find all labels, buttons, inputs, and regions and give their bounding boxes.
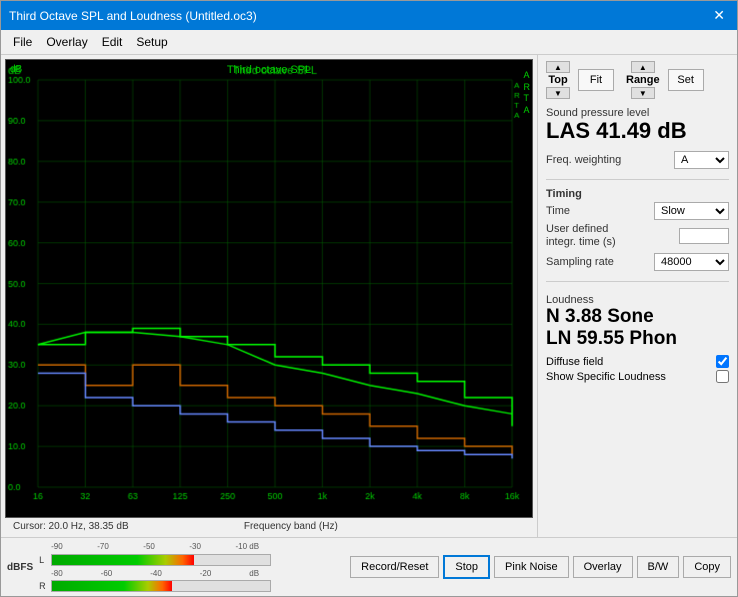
loudness-title: Loudness	[546, 294, 729, 306]
specific-row: Show Specific Loudness	[546, 370, 729, 383]
loudness-section: Loudness N 3.88 Sone LN 59.55 Phon Diffu…	[546, 294, 729, 386]
main-content: Third octave SPL ARTA dB Cursor: 20.0 Hz…	[1, 55, 737, 537]
time-select[interactable]: FastSlowImpulsePeak	[654, 202, 729, 220]
integr-input[interactable]: 10	[679, 228, 729, 244]
time-row: Time FastSlowImpulsePeak	[546, 202, 729, 220]
top-down-button[interactable]: ▼	[546, 87, 570, 99]
range-controls: ▲ Top ▼ Fit ▲ Range ▼ Set	[546, 61, 729, 99]
ln-value: LN 59.55 Phon	[546, 328, 729, 351]
sampling-select[interactable]: 441004800096000	[654, 253, 729, 271]
range-label: Range	[626, 74, 660, 86]
window-title: Third Octave SPL and Loudness (Untitled.…	[9, 9, 257, 23]
cursor-info: Cursor: 20.0 Hz, 38.35 dB	[9, 520, 133, 533]
bottom-bar: dBFS -90 -70 -50 -30 -10 dB L -80 -60 -4…	[1, 537, 737, 596]
diffuse-checkbox[interactable]	[716, 355, 729, 368]
menu-setup[interactable]: Setup	[130, 33, 173, 51]
chart-arta: ARTA	[524, 70, 531, 117]
menu-overlay[interactable]: Overlay	[40, 33, 93, 51]
fit-button[interactable]: Fit	[578, 69, 614, 91]
chart-bottom: Cursor: 20.0 Hz, 38.35 dB Frequency band…	[5, 518, 533, 533]
tick-4: -30	[189, 542, 201, 551]
chart-container: Third octave SPL ARTA dB	[5, 59, 533, 518]
specific-checkbox[interactable]	[716, 370, 729, 383]
meter-row-l: L	[39, 554, 346, 566]
timing-section: Timing Time FastSlowImpulsePeak User def…	[546, 188, 729, 272]
meter-section: -90 -70 -50 -30 -10 dB L -80 -60 -40 -20…	[39, 542, 346, 592]
spl-value: LAS 41.49 dB	[546, 119, 729, 143]
integr-label: User definedintegr. time (s)	[546, 223, 616, 249]
freq-weighting-select[interactable]: ABCZ	[674, 151, 729, 169]
l-label: L	[39, 555, 49, 565]
tick-r5: dB	[249, 569, 259, 578]
tick-r2: -60	[101, 569, 113, 578]
time-label: Time	[546, 205, 570, 217]
pink-noise-button[interactable]: Pink Noise	[494, 556, 569, 578]
freq-weighting-row: Freq. weighting ABCZ	[546, 151, 729, 169]
freq-weighting-label: Freq. weighting	[546, 154, 621, 166]
tick-r3: -40	[150, 569, 162, 578]
tick-r1: -80	[51, 569, 63, 578]
tick-2: -70	[97, 542, 109, 551]
range-control: ▲ Range ▼	[626, 61, 660, 99]
range-down-button[interactable]: ▼	[631, 87, 655, 99]
tick-5: -10 dB	[235, 542, 259, 551]
range-up-button[interactable]: ▲	[631, 61, 655, 73]
record-reset-button[interactable]: Record/Reset	[350, 556, 439, 578]
chart-area: Third octave SPL ARTA dB Cursor: 20.0 Hz…	[1, 55, 537, 537]
set-button[interactable]: Set	[668, 69, 704, 91]
top-label: Top	[548, 74, 567, 86]
meter-bar-l	[52, 555, 194, 565]
timing-title: Timing	[546, 188, 729, 200]
tick-3: -50	[143, 542, 155, 551]
specific-label: Show Specific Loudness	[546, 371, 666, 383]
db-label: dB	[10, 64, 22, 75]
top-control: ▲ Top ▼	[546, 61, 570, 99]
sampling-row: Sampling rate 441004800096000	[546, 253, 729, 271]
diffuse-row: Diffuse field	[546, 355, 729, 368]
meter-row-r: R	[39, 580, 346, 592]
menu-bar: File Overlay Edit Setup	[1, 30, 737, 55]
menu-file[interactable]: File	[7, 33, 38, 51]
stop-button[interactable]: Stop	[443, 555, 490, 579]
freq-band-label: Frequency band (Hz)	[133, 521, 449, 532]
sampling-label: Sampling rate	[546, 256, 614, 268]
overlay-button[interactable]: Overlay	[573, 556, 633, 578]
action-buttons: Record/Reset Stop Pink Noise Overlay B/W…	[350, 555, 731, 579]
close-button[interactable]: ✕	[709, 7, 729, 24]
tick-r4: -20	[200, 569, 212, 578]
bw-button[interactable]: B/W	[637, 556, 680, 578]
spl-section: Sound pressure level LAS 41.49 dB	[546, 107, 729, 143]
main-window: Third Octave SPL and Loudness (Untitled.…	[0, 0, 738, 597]
dbfs-label: dBFS	[7, 562, 33, 573]
title-bar: Third Octave SPL and Loudness (Untitled.…	[1, 1, 737, 30]
chart-title: Third octave SPL	[227, 64, 311, 76]
diffuse-label: Diffuse field	[546, 356, 603, 368]
meter-bar-r-container	[51, 580, 271, 592]
spl-canvas	[6, 60, 532, 517]
right-panel: ▲ Top ▼ Fit ▲ Range ▼ Set Sound pressure…	[537, 55, 737, 537]
top-up-button[interactable]: ▲	[546, 61, 570, 73]
integr-row: User definedintegr. time (s) 10	[546, 223, 729, 249]
n-value: N 3.88 Sone	[546, 306, 729, 329]
r-label: R	[39, 581, 49, 591]
meter-bar-l-container	[51, 554, 271, 566]
menu-edit[interactable]: Edit	[96, 33, 129, 51]
copy-button[interactable]: Copy	[683, 556, 731, 578]
meter-bar-r	[52, 581, 172, 591]
tick-1: -90	[51, 542, 63, 551]
